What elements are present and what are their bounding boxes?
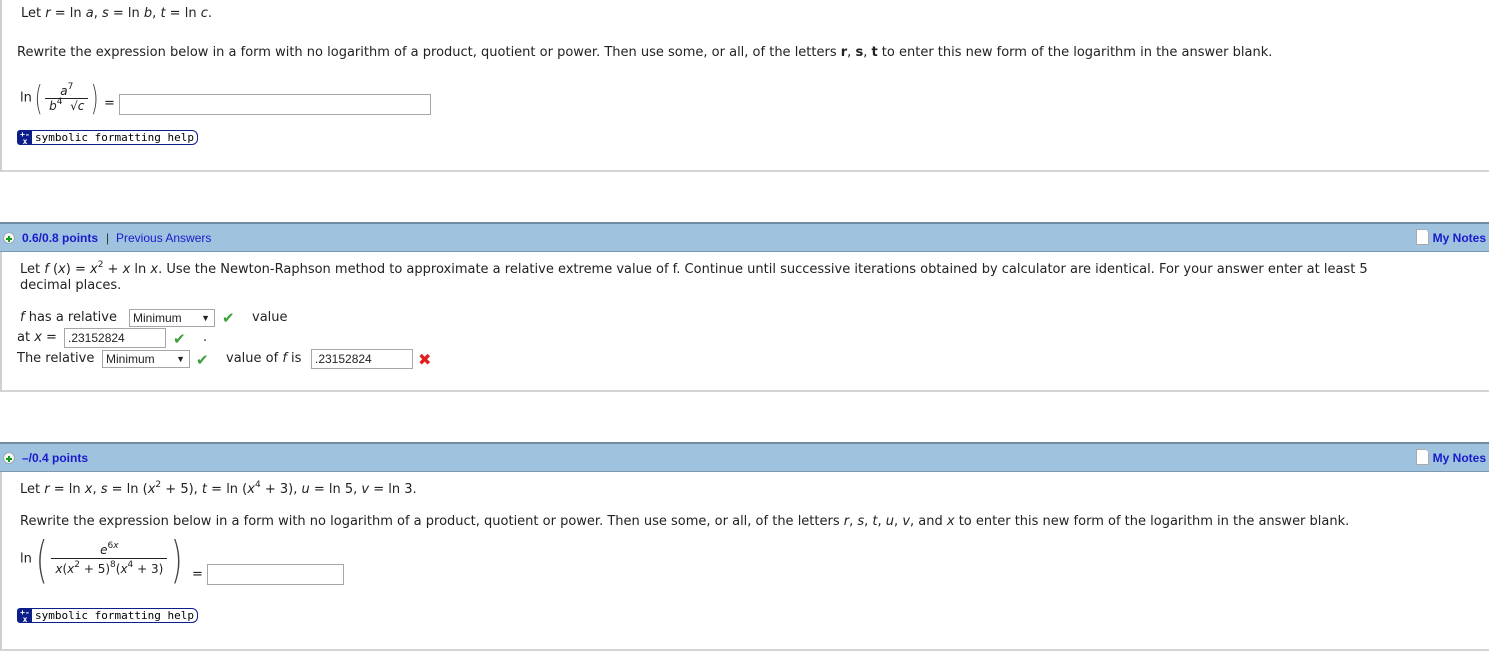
q3-answer-input[interactable] [207,564,344,585]
q2-prompt-line1: Let f (x) = x2 + x ln x. Use the Newton-… [20,259,1368,277]
my-notes-link[interactable]: My Notes [1433,451,1486,465]
q1-instruction: Rewrite the expression below in a form w… [17,45,1273,60]
question-2: Let f (x) = x2 + x ln x. Use the Newton-… [0,252,1489,392]
expand-plus-icon[interactable] [3,232,15,244]
correct-check-icon: ✔ [173,330,186,348]
previous-answers-link[interactable]: Previous Answers [116,231,211,245]
question-1: Let r = ln a, s = ln b, t = ln c. Rewrit… [0,0,1489,172]
q2-row3-middle: value of f is [226,351,302,366]
formatting-icon: +- x [18,131,32,146]
q2-prompt-line2: decimal places. [20,278,122,293]
q2-points: 0.6/0.8 points [22,231,99,245]
q2-row2-label: at x = [17,330,57,345]
q3-expression: ln(e6x x(x2 + 5)8(x4 + 3)) [20,530,183,589]
dropdown-arrow-icon: ▼ [176,354,185,364]
q3-instruction: Rewrite the expression below in a form w… [20,514,1350,529]
q1-expression: ln(a7 b4 √c) [20,78,99,119]
my-notes-link[interactable]: My Notes [1433,231,1486,245]
note-page-icon[interactable] [1416,449,1429,465]
symbolic-formatting-help-button[interactable]: +- x symbolic formatting help [17,608,198,624]
formatting-icon: +- x [18,609,32,624]
q3-given: Let r = ln x, s = ln (x2 + 5), t = ln (x… [20,479,417,497]
q3-points: –/0.4 points [22,451,89,465]
symbolic-formatting-help-button[interactable]: +- x symbolic formatting help [17,130,198,146]
q2-row1-label: f has a relative [20,310,117,325]
incorrect-x-icon: ✖ [418,350,432,369]
correct-check-icon: ✔ [222,309,235,327]
q3-equals: = [192,567,203,582]
q2-row3-label: The relative [17,351,95,366]
q1-answer-input[interactable] [119,94,431,115]
x-value-input[interactable] [64,328,166,348]
extremum-type-select-2[interactable]: Minimum ▼ [102,350,190,368]
question-3-header: –/0.4 points My Notes [0,442,1489,472]
f-value-input[interactable] [311,349,413,369]
q2-separator: | [106,231,110,245]
question-2-header: 0.6/0.8 points | Previous Answers My Not… [0,222,1489,252]
expand-plus-icon[interactable] [3,452,15,464]
note-page-icon[interactable] [1416,229,1429,245]
question-3: Let r = ln x, s = ln (x2 + 5), t = ln (x… [0,472,1489,651]
q2-row2-suffix: . [203,330,208,345]
correct-check-icon: ✔ [196,351,209,369]
q1-equals: = [104,96,115,111]
dropdown-arrow-icon: ▼ [201,313,210,323]
q2-row1-suffix: value [252,310,288,325]
q1-given: Let r = ln a, s = ln b, t = ln c. [21,6,212,21]
extremum-type-select-1[interactable]: Minimum ▼ [129,309,215,327]
